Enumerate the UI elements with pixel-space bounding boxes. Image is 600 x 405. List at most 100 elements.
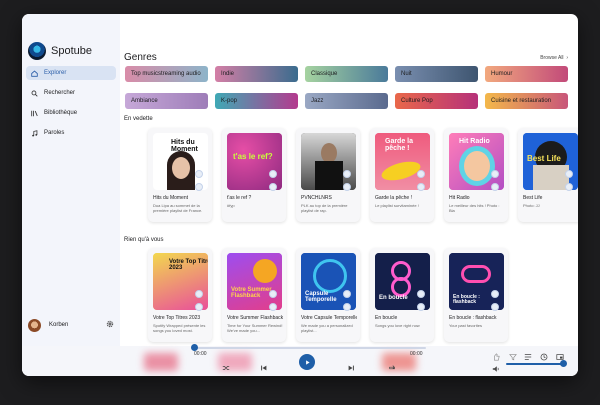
time-total: 00:00 [410,351,423,357]
sidebar-item-explorer[interactable]: Explorer [26,66,116,80]
card-title: Votre Top Titres 2023 [153,315,201,321]
playlist-card[interactable]: Votre Top Titres 2023 Votre Top Titres 20… [148,248,212,342]
next-icon[interactable] [347,359,355,371]
playlist-card[interactable]: Capsule Temporelle Votre Capsule Temporel… [296,248,360,342]
section-title-for-you: Rien qu'à vous [124,237,164,243]
background-blur [144,353,178,371]
play-card-button[interactable] [343,303,351,311]
add-to-queue-button[interactable] [491,170,499,178]
repeat-icon[interactable] [388,359,396,370]
cover-text: t'as le ref? [233,152,273,161]
playlist-card[interactable]: Garde la pêche ! Garde la pêche ! Le playl… [370,128,434,222]
volume-icon[interactable] [492,360,500,372]
play-card-button[interactable] [417,183,425,191]
playlist-cover: t'as le ref? [227,133,282,190]
add-to-queue-button[interactable] [417,290,425,298]
play-card-button[interactable] [491,183,499,191]
genre-tile[interactable]: Humour [485,66,568,82]
playlist-card[interactable]: PVNCHLNRS PLK au top de la première playl… [296,128,360,222]
genre-tile[interactable]: K-pop [215,93,298,109]
sidebar-item-rechercher[interactable]: Rechercher [26,86,116,100]
genre-tile[interactable]: Classique [305,66,388,82]
previous-icon[interactable] [260,359,268,371]
play-card-button[interactable] [195,183,203,191]
clock-icon[interactable] [540,348,548,361]
cover-text: Votre Top Titres 2023 [169,259,208,271]
card-subtitle: Le meilleur des hits ! Photo : Bia [449,203,500,213]
playlist-cover [301,133,356,190]
card-subtitle: Photo: JJ [523,203,540,208]
playlist-card[interactable]: Best Life Best Life Photo: JJ [518,128,578,222]
play-button[interactable] [299,354,315,370]
card-title: Best Life [523,195,543,201]
card-title: Votre Capsule Temporelle [301,315,357,321]
card-subtitle: Le playlist survitaminée ! [375,203,419,208]
library-icon [30,109,38,117]
play-card-button[interactable] [343,183,351,191]
avatar[interactable] [28,319,41,332]
add-to-queue-button[interactable] [195,290,203,298]
card-title: Votre Summer Flashback [227,315,283,321]
genre-tile[interactable]: Cuisine et restauration [485,93,568,109]
genre-tile[interactable]: Indie [215,66,298,82]
seek-handle[interactable] [191,344,198,351]
genre-tile[interactable]: Jazz [305,93,388,109]
play-card-button[interactable] [195,303,203,311]
sidebar-item-label: Rechercher [44,90,76,96]
play-card-button[interactable] [417,303,425,311]
play-card-button[interactable] [269,303,277,311]
playlist-card[interactable]: t'as le ref? t'as le ref ? #fyp [222,128,286,222]
gear-icon[interactable] [106,320,114,328]
add-to-queue-button[interactable] [491,290,499,298]
sidebar-item-label: Bibliothèque [44,110,78,116]
play-card-button[interactable] [491,303,499,311]
seek-bar[interactable] [194,347,426,349]
play-card-button[interactable] [565,183,573,191]
volume-slider[interactable] [506,363,566,365]
card-subtitle: Time for Your Summer Rewind! We've made … [227,323,283,333]
sidebar: Spotube Explorer Rechercher Bibliothèque… [22,14,120,346]
cover-text: Hit Radio [459,138,490,145]
like-icon[interactable] [492,348,500,361]
player-bar: 00:00 00:00 [22,344,578,376]
sidebar-item-label: Explorer [44,70,67,76]
app-name: Spotube [51,45,92,57]
add-to-queue-button[interactable] [343,290,351,298]
browse-all-label: Browse All [540,55,564,61]
sidebar-item-bibliotheque[interactable]: Bibliothèque [26,106,116,120]
playlist-card[interactable]: En boucle En boucle Songs you love right n… [370,248,434,342]
cover-text: Garde la pêche ! [385,138,414,152]
filter-icon[interactable] [509,348,517,361]
card-title: Garde la pêche ! [375,195,412,201]
user-name: Korben [49,322,69,328]
play-card-button[interactable] [269,183,277,191]
shuffle-icon[interactable] [222,359,230,370]
playlist-card[interactable]: Votre Summer Flashback Votre Summer Flash… [222,248,286,342]
main-content: Genres Browse All › Top musicstreaming a… [120,28,578,346]
add-to-queue-button[interactable] [269,290,277,298]
mini-player-icon[interactable] [556,348,564,360]
card-subtitle: #fyp [227,203,235,208]
playlist-cover: En boucle : flashback [449,253,504,310]
genre-tile[interactable]: Ambiance [125,93,208,109]
playlist-card[interactable]: Hits du Moment Hits du Moment Dua Lipa au … [148,128,212,222]
playlist-card[interactable]: En boucle : flashback En boucle : flashba… [444,248,508,342]
browse-all-link[interactable]: Browse All › [540,55,568,61]
sidebar-item-paroles[interactable]: Paroles [26,126,116,140]
add-to-queue-button[interactable] [565,170,573,178]
card-subtitle: Your past favorites [449,323,482,328]
genre-tile[interactable]: Nuit [395,66,478,82]
search-icon [30,89,38,97]
genre-tile[interactable]: Top musicstreaming audio [125,66,208,82]
add-to-queue-button[interactable] [269,170,277,178]
section-title-genres: Genres [124,52,157,63]
add-to-queue-button[interactable] [417,170,425,178]
volume-handle[interactable] [560,360,567,367]
playlist-card[interactable]: Hit Radio Hit Radio Le meilleur des hits !… [444,128,508,222]
add-to-queue-button[interactable] [343,170,351,178]
genre-tile[interactable]: Culture Pop [395,93,478,109]
card-subtitle: PLK au top de la première playlist de ra… [301,203,348,213]
add-to-queue-button[interactable] [195,170,203,178]
queue-icon[interactable] [524,348,532,360]
card-subtitle: We made you a personalized playlist... [301,323,353,333]
